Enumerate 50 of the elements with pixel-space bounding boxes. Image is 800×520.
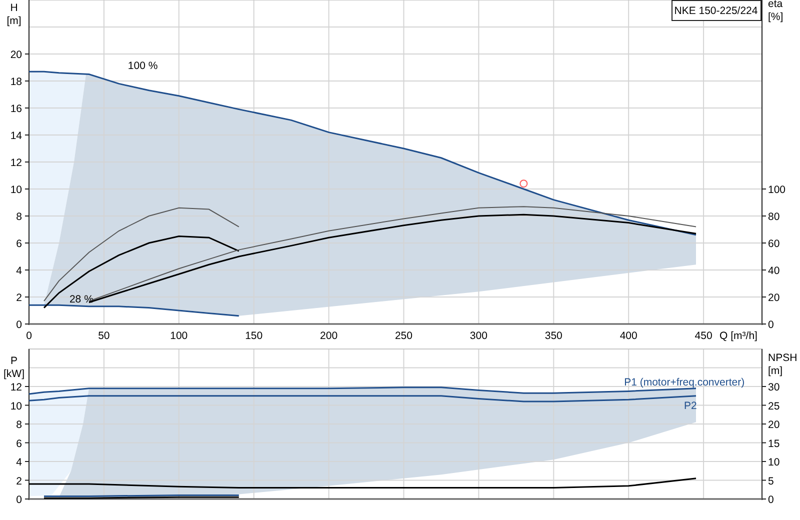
tick-label: 0 [768,494,774,506]
tick-label: 10 [10,400,22,412]
tick-label: 0 [16,494,22,506]
axis-title: P [kW] [4,355,24,381]
tick-label: 400 [620,330,638,342]
tick-label: 100 [768,184,786,196]
tick-label: 80 [768,211,780,223]
tick-label: 4 [16,456,22,468]
tick-label: 10 [768,456,780,468]
tick-label: 10 [10,184,22,196]
curve-label: P2 [684,400,697,412]
tick-label: 6 [16,438,22,450]
tick-label: 4 [16,265,22,277]
tick-label: 60 [768,238,780,250]
axis-title: H [m] [6,2,22,28]
tick-label: 12 [10,157,22,169]
tick-label: 2 [16,292,22,304]
axis-title: eta [%] [768,0,784,24]
tick-label: 150 [245,330,263,342]
tick-label: 8 [16,211,22,223]
tick-label: 300 [470,330,488,342]
axis-title: NPSH [m] [768,352,798,378]
tick-label: 8 [16,419,22,431]
tick-label: 0 [26,330,32,342]
tick-label: 20 [10,49,22,61]
tick-label: 200 [320,330,338,342]
tick-label: 0 [768,319,774,331]
tick-label: 50 [98,330,110,342]
tick-label: 15 [768,438,780,450]
curve-label: 100 % [128,60,158,72]
tick-label: 30 [768,382,780,394]
tick-label: 2 [16,475,22,488]
tick-label: 25 [768,400,780,412]
title-box: NKE 150-225/224 [672,0,762,21]
tick-label: 40 [768,265,780,277]
tick-label: 6 [16,238,22,250]
curve-label: P1 (motor+freq.converter) [624,376,745,389]
axis-title: Q [m³/h] [720,330,758,342]
tick-label: 5 [768,475,774,488]
tick-label: 16 [10,103,22,115]
tick-label: 20 [768,292,780,304]
tick-label: 450 [694,330,712,342]
tick-label: 100 [170,330,188,342]
tick-label: 250 [394,330,412,342]
tick-label: 18 [10,76,22,88]
tick-label: 12 [10,382,22,394]
tick-label: 0 [16,319,22,331]
tick-label: 14 [10,130,22,142]
tick-label: 350 [544,330,562,342]
tick-label: 20 [768,419,780,431]
